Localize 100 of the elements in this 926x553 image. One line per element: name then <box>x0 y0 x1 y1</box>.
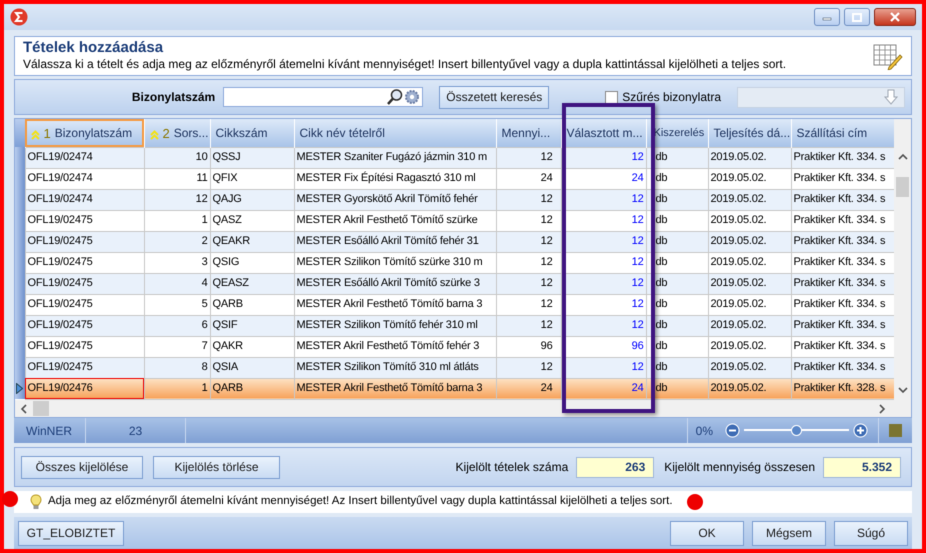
table-cell: OFL19/02476 <box>25 378 144 399</box>
filter-checkbox[interactable] <box>605 90 618 104</box>
table-cell: 2 <box>144 231 210 252</box>
table-cell: QEASZ <box>210 273 294 294</box>
table-cell: Praktiker Kft. 328. s <box>791 378 894 399</box>
annotation-dot <box>2 491 18 507</box>
table-cell: MESTER Szilikon Tömítő fehér 310 ml <box>294 315 496 336</box>
table-cell: MESTER Gyorskötő Akril Tömítő fehér <box>294 189 496 210</box>
table-cell: OFL19/02475 <box>25 357 144 378</box>
column-header[interactable]: Teljesítés dá... <box>708 119 791 147</box>
table-cell: Praktiker Kft. 334. s <box>791 147 894 168</box>
column-header[interactable]: Mennyi... <box>496 119 561 147</box>
scroll-left-icon[interactable] <box>19 404 29 414</box>
table-cell: MESTER Akril Festhető Tömítő szürke <box>294 210 496 231</box>
table-row[interactable]: OFL19/02475 2 QEAKR MESTER Esőálló Akril Tömítő fehér 31 12 12 db 2019.05.02. Praktiker Kft. 334. s <box>15 231 894 252</box>
gear-icon[interactable] <box>404 89 420 105</box>
help-button[interactable]: Súgó <box>834 520 908 546</box>
table-cell: OFL19/02475 <box>25 210 144 231</box>
table-row[interactable]: OFL19/02475 5 QARB MESTER Akril Festhető Tömítő barna 3 12 12 db 2019.05.02. Praktiker Kft. 334. s <box>15 294 894 315</box>
table-cell: QARB <box>210 378 294 399</box>
search-field[interactable] <box>223 87 424 107</box>
table-row[interactable]: OFL19/02474 11 QFIX MESTER Fix Építési Ragasztó 310 ml 24 24 db 2019.05.02. Praktiker Kft. 334. s <box>15 168 894 189</box>
search-icon[interactable] <box>386 88 404 106</box>
table-cell: 10 <box>144 147 210 168</box>
table-cell: 2019.05.02. <box>708 210 791 231</box>
table-cell: 12 <box>496 189 561 210</box>
zoom-reading: 0% <box>696 422 713 440</box>
ok-button[interactable]: OK <box>670 520 744 546</box>
table-row[interactable]: OFL19/02475 3 QSIG MESTER Szilikon Tömítő szürke 310 m 12 12 db 2019.05.02. Praktiker Kft. 334. s <box>15 252 894 273</box>
table-row[interactable]: OFL19/02476 1 QARB MESTER Akril Festhető Tömítő barna 3 24 24 db 2019.05.02. Praktiker Kft. 328. s <box>15 378 894 399</box>
sort-ascending-icon <box>30 130 40 140</box>
table-cell: QSSJ <box>210 147 294 168</box>
column-header[interactable]: Szállítási cím <box>791 119 894 147</box>
advanced-search-button[interactable]: Összetett keresés <box>439 86 550 108</box>
table-cell: Praktiker Kft. 334. s <box>791 315 894 336</box>
table-cell: 8 <box>144 357 210 378</box>
table-row[interactable]: OFL19/02475 4 QEASZ MESTER Esőálló Akril Tömítő szürke 3 12 12 db 2019.05.02. Praktiker Kft. 334. s <box>15 273 894 294</box>
table-cell: 12 <box>496 147 561 168</box>
filter-checkbox-label: Szűrés bizonylatra <box>622 89 721 106</box>
status-text: 23 <box>128 422 142 440</box>
scrollbar-thumb[interactable] <box>896 177 909 197</box>
table-cell: 96 <box>496 336 561 357</box>
zoom-out-icon[interactable] <box>725 423 740 438</box>
summary-field: 5.352 <box>823 456 901 478</box>
scroll-down-icon[interactable] <box>898 386 908 394</box>
scroll-right-icon[interactable] <box>877 404 887 414</box>
zoom-slider[interactable] <box>744 423 849 438</box>
annotation-dot <box>686 494 703 510</box>
table-row[interactable]: OFL19/02475 1 QASZ MESTER Akril Festhető Tömítő szürke 12 12 db 2019.05.02. Praktiker Kft. 334. s <box>15 210 894 231</box>
table-cell: OFL19/02475 <box>25 252 144 273</box>
table-cell: QSIA <box>210 357 294 378</box>
table-cell: db <box>646 336 708 357</box>
hint-text: Adja meg az előzményről átemelni kívánt mennyiséget! Az Insert billentyűvel vagy dupla kattintással kijelölheti a teljes sort. <box>48 494 673 510</box>
zoom-in-icon[interactable] <box>853 423 868 438</box>
cancel-button[interactable]: Mégsem <box>752 520 826 546</box>
column-header[interactable]: 2 Sors... <box>144 119 210 147</box>
column-header[interactable]: Cikkszám <box>210 119 294 147</box>
table-cell: MESTER Akril Festhető Tömítő fehér 3 <box>294 336 496 357</box>
dialog-title: Tételek hozzáadása <box>23 39 164 57</box>
table-cell: 7 <box>144 336 210 357</box>
table-cell: 2019.05.02. <box>708 336 791 357</box>
table-cell: 3 <box>144 252 210 273</box>
column-header[interactable]: Kiszerelés <box>646 119 708 147</box>
minimize-button[interactable] <box>814 8 840 26</box>
table-row[interactable]: OFL19/02475 8 QSIA MESTER Szilikon Tömítő 310 ml átláts 12 12 db 2019.05.02. Praktiker Kft. 334. s <box>15 357 894 378</box>
table-cell: db <box>646 147 708 168</box>
close-button[interactable] <box>874 8 916 26</box>
gt-elobiztet-button[interactable]: GT_ELOBIZTET <box>18 520 124 546</box>
table-cell: 2019.05.02. <box>708 315 791 336</box>
table-cell: MESTER Akril Festhető Tömítő barna 3 <box>294 378 496 399</box>
slider-thumb[interactable] <box>791 425 802 436</box>
summary-field: 263 <box>576 456 654 478</box>
table-cell: QSIF <box>210 315 294 336</box>
scroll-up-icon[interactable] <box>898 153 908 161</box>
table-row[interactable]: OFL19/02474 10 QSSJ MESTER Szaniter Fugázó jázmin 310 m 12 12 db 2019.05.02. Praktiker Kft. 334. s <box>15 147 894 168</box>
scrollbar-thumb[interactable] <box>33 401 49 416</box>
lightbulb-icon <box>30 494 42 510</box>
table-row[interactable]: OFL19/02475 7 QAKR MESTER Akril Festhető Tömítő fehér 3 96 96 db 2019.05.02. Praktiker Kft. 334. s <box>15 336 894 357</box>
clear-selection-button[interactable]: Kijelölés törlése <box>153 456 280 478</box>
sort-ascending-icon <box>150 130 158 140</box>
table-cell: MESTER Szilikon Tömítő 310 ml átláts <box>294 357 496 378</box>
table-cell: QAKR <box>210 336 294 357</box>
table-cell: db <box>646 168 708 189</box>
column-header[interactable]: 1 Bizonylatszám <box>25 119 144 147</box>
table-cell: OFL19/02474 <box>25 189 144 210</box>
table-row[interactable]: OFL19/02474 12 QAJG MESTER Gyorskötő Akril Tömítő fehér 12 12 db 2019.05.02. Praktiker Kft. 334. s <box>15 189 894 210</box>
select-all-button[interactable]: Összes kijelölése <box>21 456 143 478</box>
column-header[interactable]: Cikk név tételről <box>294 119 496 147</box>
horizontal-scrollbar[interactable] <box>15 400 911 417</box>
table-cell: Praktiker Kft. 334. s <box>791 357 894 378</box>
table-cell: 24 <box>496 378 561 399</box>
table-row[interactable]: OFL19/02475 6 QSIF MESTER Szilikon Tömítő fehér 310 ml 12 12 db 2019.05.02. Praktiker Kft. 334. s <box>15 315 894 336</box>
close-icon <box>890 12 900 22</box>
table-cell: 2019.05.02. <box>708 147 791 168</box>
table-cell: 12 <box>496 315 561 336</box>
table-cell: 5 <box>144 294 210 315</box>
maximize-button[interactable] <box>844 8 870 26</box>
vertical-scrollbar[interactable] <box>894 119 911 400</box>
table-cell: 12 <box>496 231 561 252</box>
table-cell: OFL19/02475 <box>25 315 144 336</box>
